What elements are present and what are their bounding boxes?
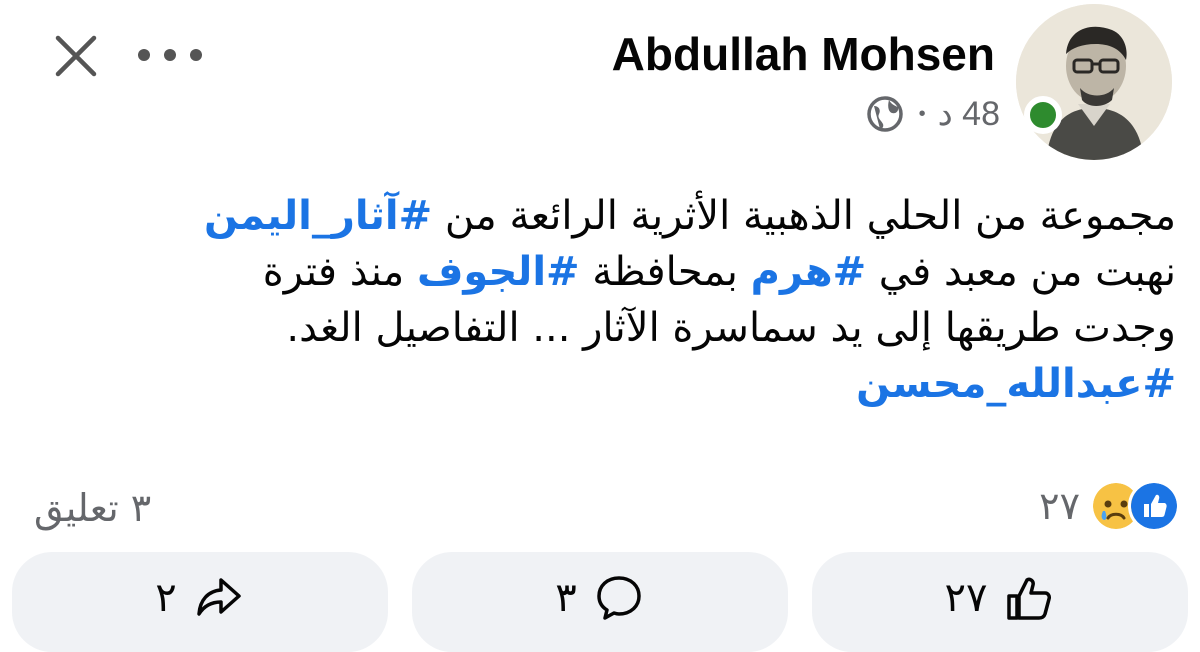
meta-separator: • bbox=[918, 102, 926, 125]
avatar[interactable] bbox=[1016, 4, 1172, 160]
more-dots-icon bbox=[138, 49, 202, 61]
close-icon bbox=[55, 35, 97, 77]
post-text-segment: منذ فترة bbox=[262, 249, 417, 295]
post-line-1: مجموعة من الحلي الذهبية الأثرية الرائعة … bbox=[56, 188, 1176, 244]
share-button[interactable]: ٢ bbox=[12, 552, 388, 652]
hashtag-haram[interactable]: #هرم bbox=[751, 249, 866, 295]
reactions-count[interactable]: ٢٧ bbox=[1039, 484, 1080, 528]
like-button-content: ٢٧ bbox=[812, 572, 1188, 624]
like-reaction-icon bbox=[1128, 480, 1180, 532]
post-text-segment: نهبت من معبد في bbox=[866, 249, 1176, 295]
post-time[interactable]: 48 د bbox=[938, 94, 1000, 134]
comment-button[interactable]: ٣ bbox=[412, 552, 788, 652]
post-text-segment: وجدت طريقها إلى يد سماسرة الآثار ... الت… bbox=[286, 305, 1176, 351]
post-text: مجموعة من الحلي الذهبية الأثرية الرائعة … bbox=[56, 188, 1176, 412]
comment-count: ٣ bbox=[555, 575, 577, 621]
share-arrow-icon bbox=[197, 578, 241, 616]
reactions-summary[interactable]: ٢٧ bbox=[1039, 478, 1180, 534]
comment-bubble-icon bbox=[597, 576, 641, 620]
globe-icon bbox=[866, 96, 903, 132]
post-line-2: نهبت من معبد في #هرم بمحافظة #الجوف منذ … bbox=[56, 244, 1176, 300]
post-text-segment: بمحافظة bbox=[579, 249, 751, 295]
hashtag-yemen-antiquities[interactable]: #آثار_اليمن bbox=[204, 193, 432, 239]
share-count: ٢ bbox=[155, 575, 177, 621]
share-button-content: ٢ bbox=[12, 572, 388, 624]
online-status-dot bbox=[1024, 96, 1062, 134]
comments-count[interactable]: ٣ تعليق bbox=[34, 480, 151, 536]
comment-button-content: ٣ bbox=[412, 572, 788, 624]
thumbs-up-icon bbox=[1007, 577, 1052, 620]
avatar-portrait bbox=[1016, 4, 1172, 160]
post-line-4: #عبدالله_محسن bbox=[56, 356, 1176, 412]
author-name[interactable]: Abdullah Mohsen bbox=[612, 26, 995, 82]
hashtag-aljawf[interactable]: #الجوف bbox=[417, 249, 580, 295]
post-meta: 48 د • bbox=[865, 92, 1000, 136]
more-options-button[interactable] bbox=[130, 30, 214, 80]
close-button[interactable] bbox=[48, 28, 104, 84]
post-line-3: وجدت طريقها إلى يد سماسرة الآثار ... الت… bbox=[56, 300, 1176, 356]
like-count: ٢٧ bbox=[944, 575, 988, 621]
hashtag-abdullah-mohsen[interactable]: #عبدالله_محسن bbox=[856, 361, 1176, 407]
like-button[interactable]: ٢٧ bbox=[812, 552, 1188, 652]
post-text-segment: مجموعة من الحلي الذهبية الأثرية الرائعة … bbox=[432, 193, 1176, 239]
